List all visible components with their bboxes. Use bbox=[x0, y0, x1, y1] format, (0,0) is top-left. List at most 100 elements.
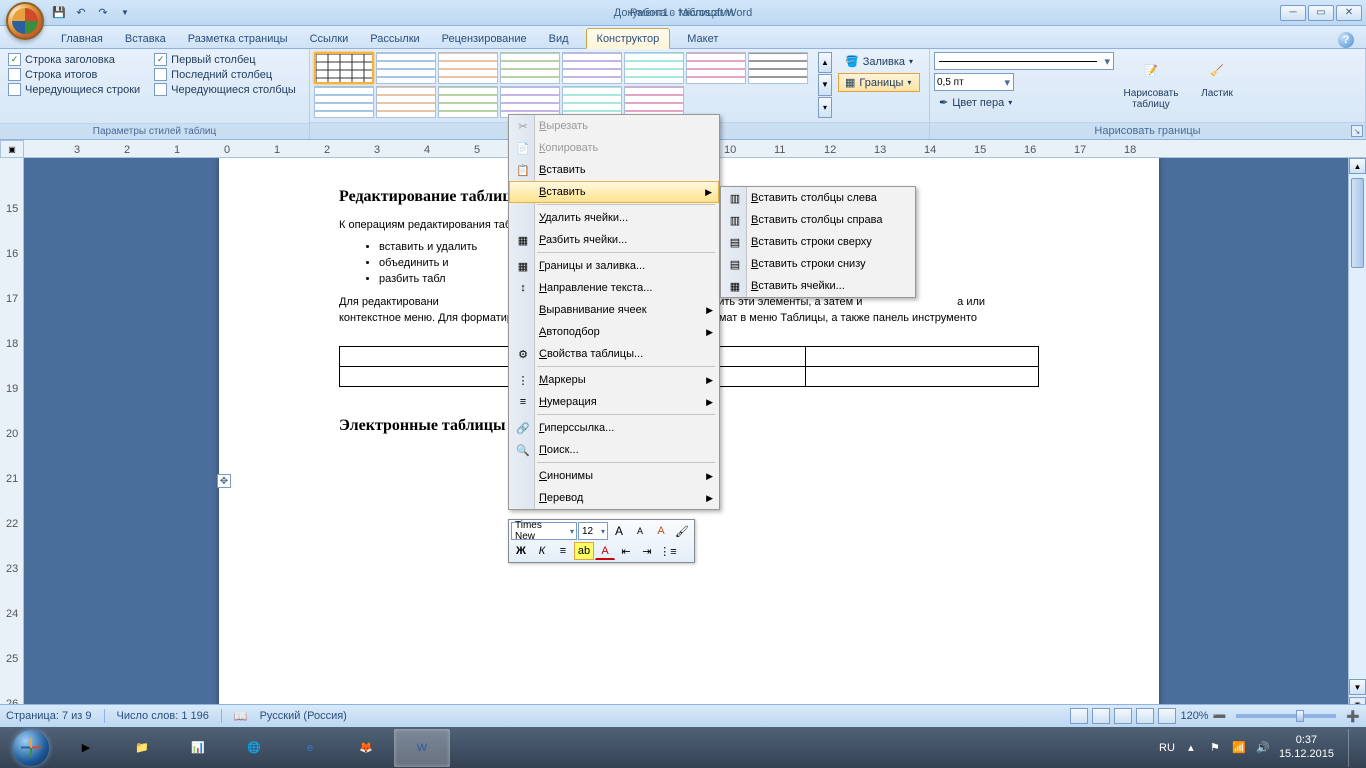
show-desktop-button[interactable] bbox=[1348, 729, 1358, 767]
checkbox-banded-rows[interactable]: Чередующиеся строки bbox=[4, 82, 144, 97]
menu-item[interactable]: ▦Разбить ячейки... bbox=[509, 229, 719, 251]
menu-item[interactable]: ▦Вставить ячейки... bbox=[721, 275, 915, 297]
line-weight-combo[interactable]: 0,5 пт bbox=[934, 73, 1014, 91]
table-style-thumb[interactable] bbox=[314, 86, 374, 118]
table-style-thumb[interactable] bbox=[314, 52, 374, 84]
eraser-button[interactable]: 🧹Ластик bbox=[1188, 52, 1246, 101]
tab-mailings[interactable]: Рассылки bbox=[359, 28, 430, 48]
status-page[interactable]: Страница: 7 из 9 bbox=[6, 710, 92, 722]
styles-icon[interactable]: A bbox=[651, 522, 671, 540]
view-draft-icon[interactable] bbox=[1158, 708, 1176, 724]
italic-icon[interactable]: К bbox=[532, 542, 552, 560]
table-style-thumb[interactable] bbox=[376, 52, 436, 84]
status-language[interactable]: Русский (Россия) bbox=[260, 710, 347, 722]
menu-item[interactable]: ▥Вставить столбцы слева bbox=[721, 187, 915, 209]
tray-language[interactable]: RU bbox=[1159, 742, 1175, 754]
tray-chevron-icon[interactable]: ▴ bbox=[1183, 740, 1199, 756]
scroll-down-icon[interactable]: ▼ bbox=[1349, 679, 1366, 695]
menu-item[interactable]: Синонимы▶ bbox=[509, 465, 719, 487]
tab-design[interactable]: Конструктор bbox=[586, 28, 671, 49]
menu-item[interactable]: Вставить▶ bbox=[509, 181, 719, 203]
tab-insert[interactable]: Вставка bbox=[114, 28, 177, 48]
gallery-scroll-down[interactable]: ▼ bbox=[818, 74, 832, 95]
bullets-icon[interactable]: ⋮≡ bbox=[658, 542, 678, 560]
center-icon[interactable]: ≡ bbox=[553, 542, 573, 560]
taskbar-chrome-icon[interactable]: 🌐 bbox=[226, 729, 282, 767]
pen-color-button[interactable]: ✒Цвет пера▾ bbox=[934, 94, 1114, 111]
table-styles-gallery[interactable]: /*placeholder*/ bbox=[314, 52, 816, 120]
proofing-icon[interactable]: 📖 bbox=[234, 710, 248, 723]
scroll-thumb[interactable] bbox=[1351, 178, 1364, 268]
format-painter-icon[interactable]: 🖌 bbox=[672, 522, 692, 540]
tab-review[interactable]: Рецензирование bbox=[431, 28, 538, 48]
line-style-combo[interactable] bbox=[934, 52, 1114, 70]
grow-font-icon[interactable]: A bbox=[609, 522, 629, 540]
menu-item[interactable]: ▤Вставить строки сверху bbox=[721, 231, 915, 253]
menu-item[interactable]: Выравнивание ячеек▶ bbox=[509, 299, 719, 321]
table-style-thumb[interactable] bbox=[686, 52, 746, 84]
table-move-handle[interactable]: ✥ bbox=[217, 474, 231, 488]
ruler-corner[interactable]: ▣ bbox=[0, 140, 24, 158]
minimize-button[interactable]: ─ bbox=[1280, 5, 1306, 21]
shrink-font-icon[interactable]: A bbox=[630, 522, 650, 540]
checkbox-total-row[interactable]: Строка итогов bbox=[4, 67, 144, 82]
zoom-slider[interactable] bbox=[1236, 714, 1336, 718]
view-web-icon[interactable] bbox=[1114, 708, 1132, 724]
menu-item[interactable]: Удалить ячейки... bbox=[509, 207, 719, 229]
taskbar-word-icon[interactable]: W bbox=[394, 729, 450, 767]
tray-volume-icon[interactable]: 🔊 bbox=[1255, 740, 1271, 756]
office-button[interactable] bbox=[6, 2, 44, 40]
menu-item[interactable]: 🔗Гиперссылка... bbox=[509, 417, 719, 439]
table-style-thumb[interactable] bbox=[438, 52, 498, 84]
view-print-layout-icon[interactable] bbox=[1070, 708, 1088, 724]
taskbar-mediaplayer-icon[interactable]: ▶ bbox=[58, 729, 114, 767]
start-button[interactable] bbox=[4, 728, 58, 768]
gallery-scroll-up[interactable]: ▲ bbox=[818, 52, 832, 73]
table-style-thumb[interactable] bbox=[748, 52, 808, 84]
checkbox-header-row[interactable]: ✓Строка заголовка bbox=[4, 52, 144, 67]
taskbar-explorer-icon[interactable]: 📁 bbox=[114, 729, 170, 767]
menu-item[interactable]: ⚙Свойства таблицы... bbox=[509, 343, 719, 365]
zoom-in-icon[interactable]: ➕ bbox=[1346, 710, 1360, 723]
tray-flag-icon[interactable]: ⚑ bbox=[1207, 740, 1223, 756]
vertical-scrollbar[interactable]: ▲ ▼ ◉ ▼ bbox=[1348, 158, 1366, 727]
tab-home[interactable]: Главная bbox=[50, 28, 114, 48]
font-color-icon[interactable]: A bbox=[595, 542, 615, 560]
checkbox-last-column[interactable]: Последний столбец bbox=[150, 67, 300, 82]
taskbar-firefox-icon[interactable]: 🦊 bbox=[338, 729, 394, 767]
save-icon[interactable]: 💾 bbox=[50, 4, 68, 22]
font-combo[interactable]: Times New bbox=[511, 522, 577, 540]
menu-item[interactable]: 📋Вставить bbox=[509, 159, 719, 181]
redo-icon[interactable]: ↷ bbox=[94, 4, 112, 22]
status-wordcount[interactable]: Число слов: 1 196 bbox=[117, 710, 209, 722]
tab-pagelayout[interactable]: Разметка страницы bbox=[177, 28, 299, 48]
highlight-icon[interactable]: ab bbox=[574, 542, 594, 560]
table-style-thumb[interactable] bbox=[438, 86, 498, 118]
tray-network-icon[interactable]: 📶 bbox=[1231, 740, 1247, 756]
help-icon[interactable]: ? bbox=[1338, 32, 1354, 48]
close-button[interactable]: ✕ bbox=[1336, 5, 1362, 21]
tab-layout[interactable]: Макет bbox=[676, 28, 729, 48]
taskbar-powerpoint-icon[interactable]: 📊 bbox=[170, 729, 226, 767]
checkbox-banded-columns[interactable]: Чередующиеся столбцы bbox=[150, 82, 300, 97]
zoom-level[interactable]: 120% bbox=[1180, 710, 1208, 722]
menu-item[interactable]: ≡Нумерация▶ bbox=[509, 391, 719, 413]
table-style-thumb[interactable] bbox=[376, 86, 436, 118]
tab-view[interactable]: Вид bbox=[538, 28, 580, 48]
table-style-thumb[interactable] bbox=[624, 52, 684, 84]
bold-icon[interactable]: Ж bbox=[511, 542, 531, 560]
menu-item[interactable]: ⋮Маркеры▶ bbox=[509, 369, 719, 391]
zoom-out-icon[interactable]: ➖ bbox=[1213, 710, 1227, 723]
maximize-button[interactable]: ▭ bbox=[1308, 5, 1334, 21]
menu-item[interactable]: Перевод▶ bbox=[509, 487, 719, 509]
taskbar-ie-icon[interactable]: e bbox=[282, 729, 338, 767]
table-style-thumb[interactable] bbox=[562, 52, 622, 84]
vertical-ruler[interactable]: 15161718192021222324252627 bbox=[0, 158, 24, 727]
menu-item[interactable]: ▥Вставить столбцы справа bbox=[721, 209, 915, 231]
draw-table-button[interactable]: 📝Нарисовать таблицу bbox=[1122, 52, 1180, 112]
checkbox-first-column[interactable]: ✓Первый столбец bbox=[150, 52, 300, 67]
menu-item[interactable]: 🔍Поиск... bbox=[509, 439, 719, 461]
menu-item[interactable]: ↕Направление текста... bbox=[509, 277, 719, 299]
menu-item[interactable]: Автоподбор▶ bbox=[509, 321, 719, 343]
menu-item[interactable]: ▤Вставить строки снизу bbox=[721, 253, 915, 275]
